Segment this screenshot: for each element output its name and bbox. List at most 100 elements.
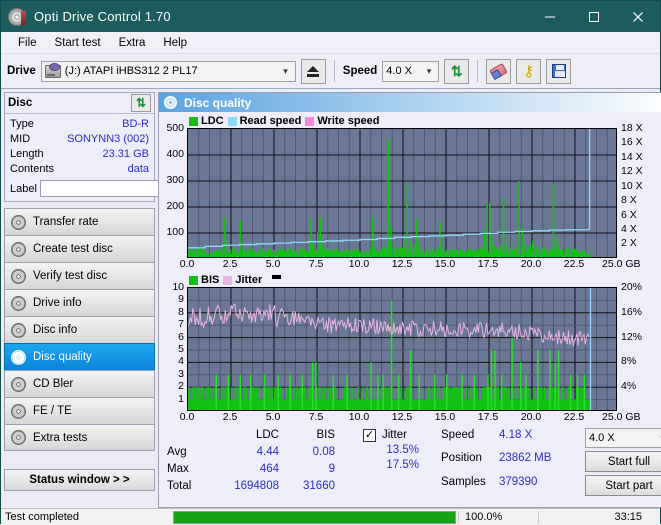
disc-icon [11,349,26,365]
y2-tick: 8% [621,355,637,368]
disc-panel-title: Disc [8,97,33,109]
sidebar: Disc ⇅ Type BD-R MID SONYNN3 (002) Lengt… [1,89,228,508]
drive-select[interactable]: (J:) ATAPI iHBS312 2 PL17 ▾ [40,60,296,82]
disc-row-value: data [127,163,149,175]
chevron-down-icon: ▾ [655,433,661,444]
chart-bis-yaxis-left: 10 9 8 7 6 5 4 3 2 1 [161,281,187,411]
jitter-checkbox[interactable]: ✓ [363,429,376,442]
x-tick: 2.5 [222,258,238,270]
sidebar-item-disc-quality[interactable]: Disc quality [4,343,155,370]
x-tick: 20.0 [520,258,542,270]
sidebar-item-create-test-disc[interactable]: Create test disc [4,235,155,262]
stats-ldc-total: 1694808 [234,480,279,492]
start-full-button[interactable]: Start full [585,451,661,472]
chevron-down-icon: ▾ [283,65,288,76]
key-icon: ⚷ [523,62,535,80]
x-tick: 7.5 [308,258,324,270]
legend-swatch [189,116,198,126]
refresh-button[interactable]: ⇅ [444,58,470,84]
menu-help[interactable]: Help [154,35,196,51]
chart-ldc-xaxis: 0.0 2.5 5.0 7.5 10.0 12.5 15.0 17.5 20.0… [180,258,641,271]
panel-header: Disc quality [159,93,661,112]
eject-button[interactable] [300,58,326,84]
y-tick: 8 [178,305,184,318]
menu-file[interactable]: File [9,35,46,51]
samples-stat-value: 379390 [499,475,538,488]
sidebar-item-label: Verify test disc [33,270,108,282]
chart-ldc-plot [187,128,617,258]
key-button[interactable]: ⚷ [516,58,542,84]
window-title: Opti Drive Control 1.70 [34,9,171,24]
close-button[interactable] [616,1,660,32]
toolbar-divider-2 [477,60,479,82]
minimize-button[interactable] [528,1,572,32]
y-tick: 2 [178,380,184,393]
disc-row-key: Type [10,118,34,130]
stats-table: LDC BIS Avg 4.44 0.08 Max 464 9 Total 16… [167,428,335,496]
sidebar-item-disc-info[interactable]: Disc info [4,316,155,343]
erase-button[interactable] [486,58,512,84]
app-disc-icon [8,7,26,26]
disc-icon [11,241,26,257]
sidebar-item-verify-test-disc[interactable]: Verify test disc [4,262,155,289]
legend-swatch [223,275,233,285]
speed-stat-label: Speed [441,429,475,441]
toolbar: Drive (J:) ATAPI iHBS312 2 PL17 ▾ Speed … [1,54,660,89]
menu-extra[interactable]: Extra [110,35,155,51]
sidebar-item-extra-tests[interactable]: Extra tests [4,424,155,451]
legend-item-ldc: LDC [189,115,224,127]
chart-bis: BIS Jitter 10 9 8 7 6 5 4 3 2 1 20% 16% … [161,273,661,424]
y-tick: 4 [178,355,184,368]
stats-col-bis: BIS [316,429,335,441]
y2-tick: 18 X [621,122,643,134]
refresh-icon: ⇅ [450,63,463,79]
chart-ldc-yaxis-left: 500 400 300 200 100 [161,122,187,258]
x-tick: 12.5 [391,258,413,270]
y2-tick: 8 X [621,194,637,207]
disc-row-key: MID [10,133,31,145]
sidebar-item-label: Drive info [33,297,82,309]
chart-bis-xaxis: 0.0 2.5 5.0 7.5 10.0 12.5 15.0 17.5 20.0… [180,411,641,424]
stats-corner [167,428,213,443]
test-speed-select[interactable]: 4.0 X ▾ [585,428,661,448]
disc-row-value: BD-R [122,118,149,130]
disc-icon [11,214,26,230]
maximize-button[interactable] [572,1,616,32]
status-window-button[interactable]: Status window > > [4,469,155,491]
stats-ldc-avg: 4.44 [256,446,279,458]
stats-row-max: Max [167,463,189,475]
x-tick: 2.5 [222,411,238,423]
main-panel: Disc quality LDC Read speed Write speed … [158,89,661,508]
sidebar-item-drive-info[interactable]: Drive info [4,289,155,316]
x-tick: 15.0 [434,258,456,270]
stats-bis-total: 31660 [303,480,335,492]
sidebar-nav: Transfer rate Create test disc Verify te… [4,208,155,451]
speed-select[interactable]: 4.0 X ▾ [382,60,440,82]
stats-bis-avg: 0.08 [312,446,335,458]
stats-panel: LDC BIS Avg 4.44 0.08 Max 464 9 Total 16… [159,424,661,496]
jitter-block: ✓ Jitter 13.5% 17.5% [363,428,419,496]
save-button[interactable] [546,58,572,84]
start-part-button[interactable]: Start part [585,475,661,496]
legend-swatch [305,116,315,126]
test-buttons: 4.0 X ▾ Start full Start part [585,428,661,496]
disc-refresh-button[interactable]: ⇅ [131,94,151,112]
sidebar-item-cd-bler[interactable]: CD Bler [4,370,155,397]
jitter-avg: 13.5% [386,444,419,456]
sidebar-item-transfer-rate[interactable]: Transfer rate [4,208,155,235]
y-tick: 7 [178,318,184,331]
disc-icon [11,430,26,445]
menu-start-test[interactable]: Start test [46,35,110,51]
chart-ldc-yaxis-right: 18 X 16 X 14 X 12 X 10 X 8 X 6 X 4 X 2 X [617,122,655,258]
y2-tick: 6 X [621,208,637,221]
y-tick: 1 [178,392,184,405]
y-tick: 9 [178,293,184,306]
y-tick: 100 [166,226,184,238]
floppy-save-icon [551,64,566,78]
chart-bis-legend: BIS Jitter [189,273,661,287]
legend-swatch [189,275,198,285]
legend-label: Jitter [235,274,263,286]
stats-row-avg: Avg [167,446,187,458]
y2-tick: 4% [621,380,637,393]
sidebar-item-fe-te[interactable]: FE / TE [4,397,155,424]
